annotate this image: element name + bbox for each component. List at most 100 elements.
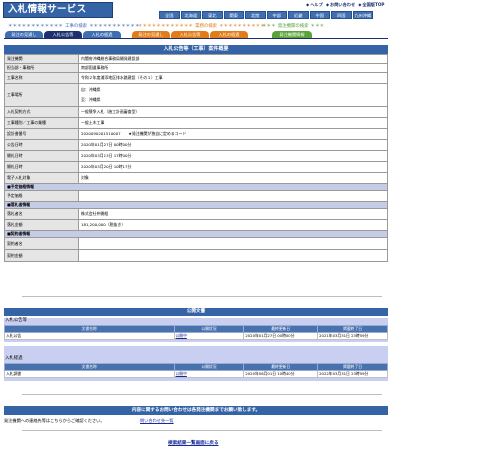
row-value: 一般競争入札（施工計画審査型） bbox=[78, 106, 388, 118]
construction-outlook-tab[interactable]: 発注の見通し bbox=[5, 31, 43, 38]
national-top-link[interactable]: 全国版TOP bbox=[358, 1, 384, 8]
table-row: 入札契約方式 一般競争入札（施工計画審査型） bbox=[4, 106, 388, 118]
table-row: 入札公告 公開中 2020年01月27日 00時00分 2021年03月31日 … bbox=[4, 332, 388, 340]
row-value: 南部国道事務所 bbox=[78, 63, 388, 73]
business-notice-tab[interactable]: 入札公告等 bbox=[171, 31, 209, 38]
table-row: 公告日時 2020年01月27日 00時00分 bbox=[4, 139, 388, 151]
back-to-results-link[interactable]: 検索結果一覧画面に戻る bbox=[168, 440, 219, 446]
row-value: 令和２年度浦添地区排水路建設（その１）工事 bbox=[78, 72, 388, 84]
divider bbox=[22, 296, 382, 297]
region-tab[interactable]: 全国 bbox=[159, 11, 180, 19]
table-row: 契約金額 bbox=[4, 249, 388, 262]
row-value: 2020年03月13日 17時00分 bbox=[78, 150, 388, 162]
agency-search-label: ＊＊＊ 発注機関の検索 ＊＊＊ bbox=[262, 24, 325, 29]
agency-info-tab[interactable]: 発注機関情報 bbox=[272, 31, 312, 38]
row-label: 入札契約方式 bbox=[4, 106, 79, 118]
divider bbox=[22, 394, 382, 395]
construction-search-label: ＊＊＊＊＊＊＊＊＊＊＊＊ 工事の検索 ＊＊＊＊＊＊＊＊＊＊＊ bbox=[8, 24, 140, 29]
notice-docs-table: 文書名称 公開状況 最終更新日 掲載終了日 入札公告 公開中 2020年01月2… bbox=[4, 325, 388, 340]
progress-section-label: 入札経過 bbox=[5, 356, 23, 361]
table-row: 落札金額 181,200,000（税抜き） bbox=[4, 219, 388, 231]
contact-label: 発注機関への連絡先等はこちらからご確認ください。 bbox=[4, 418, 105, 423]
row-label: 発注機関 bbox=[4, 54, 79, 64]
row-value: 自：沖縄県 至：沖縄県 bbox=[78, 83, 388, 107]
table-row: 落札者名 株式会社仲開組 bbox=[4, 208, 388, 220]
table-row: 工事名称 令和２年度浦添地区排水路建設（その１）工事 bbox=[4, 72, 388, 84]
docs-title: 公開文書 bbox=[4, 308, 388, 316]
section-header: ■予定価格情報 bbox=[4, 183, 388, 191]
notice-section-label: 入札公告等 bbox=[5, 318, 27, 323]
row-value bbox=[78, 190, 388, 202]
contact-link[interactable]: お問い合わせ bbox=[326, 1, 355, 8]
business-progress-tab[interactable]: 入札の経過 bbox=[210, 31, 248, 38]
row-label: 落札者名 bbox=[4, 208, 79, 220]
region-tab[interactable]: 中国 bbox=[309, 11, 330, 19]
project-summary: 入札公告等（工事）案件概要 発注機関 内閣府沖縄総合事務局開発建設部 担当部・事務… bbox=[4, 45, 388, 262]
row-label: 予定価格 bbox=[4, 190, 79, 202]
table-row: 設計書番号 2020090201510007 ★発注機関が独自に定めるコード bbox=[4, 128, 388, 140]
row-label: 契約者名 bbox=[4, 237, 79, 250]
table-row: 契約者名 bbox=[4, 237, 388, 250]
table-row: 工事種別／工事の業種 一般土木工事 bbox=[4, 117, 388, 129]
table-row: 入札調書 公開中 2020年06月01日 10時40分 2022年03月31日 … bbox=[4, 370, 388, 378]
row-label: 工事場所 bbox=[4, 83, 79, 107]
table-row: 電子入札対象 対象 bbox=[4, 172, 388, 184]
row-value bbox=[78, 237, 388, 250]
construction-progress-tab[interactable]: 入札の経過 bbox=[83, 31, 121, 38]
section-header: ■落札者情報 bbox=[4, 201, 388, 209]
table-row: 予定価格 bbox=[4, 190, 388, 202]
site-logo[interactable]: 入札情報サービス bbox=[3, 2, 113, 18]
top-links: ヘルプ お問い合わせ 全国版TOP bbox=[306, 1, 384, 8]
construction-notice-tab[interactable]: 入札公告等 bbox=[44, 31, 82, 38]
region-tab[interactable]: 九州沖縄 bbox=[352, 11, 373, 19]
table-row: 工事場所 自：沖縄県 至：沖縄県 bbox=[4, 83, 388, 107]
row-value: 内閣府沖縄総合事務局開発建設部 bbox=[78, 54, 388, 64]
contact-bar: 内容に関するお問い合わせは各発注機関までお願い致します。 bbox=[4, 406, 388, 415]
doc-status-link[interactable]: 公開中 bbox=[173, 370, 245, 378]
row-label: 電子入札対象 bbox=[4, 172, 79, 184]
summary-table: 発注機関 内閣府沖縄総合事務局開発建設部 担当部・事務所 南部国道事務所 工事名称令… bbox=[4, 54, 388, 262]
divider bbox=[22, 430, 382, 431]
region-tab[interactable]: 中部 bbox=[266, 11, 287, 19]
row-value: 2020年03月20日 10時17分 bbox=[78, 161, 388, 173]
row-value: 2020090201510007 ★発注機関が独自に定めるコード bbox=[78, 128, 388, 140]
table-header: 文書名称 公開状況 最終更新日 掲載終了日 bbox=[4, 363, 388, 371]
table-row: 担当部・事務所 南部国道事務所 bbox=[4, 63, 388, 73]
row-value: 一般土木工事 bbox=[78, 117, 388, 129]
row-value: 181,200,000（税抜き） bbox=[78, 219, 388, 231]
region-tab[interactable]: 北海道 bbox=[180, 11, 201, 19]
region-tab[interactable]: 東北 bbox=[202, 11, 223, 19]
table-row: 発注機関 内閣府沖縄総合事務局開発建設部 bbox=[4, 54, 388, 64]
row-label: 落札金額 bbox=[4, 219, 79, 231]
row-label: 公告日時 bbox=[4, 139, 79, 151]
doc-status-link[interactable]: 公開中 bbox=[173, 332, 245, 340]
search-nav: ＊＊＊＊＊＊＊＊＊＊＊＊ 工事の検索 ＊＊＊＊＊＊＊＊＊＊＊ ＊＊＊＊＊＊＊＊＊＊＊… bbox=[0, 24, 500, 38]
row-value: 対象 bbox=[78, 172, 388, 184]
row-label: 工事種別／工事の業種 bbox=[4, 117, 79, 129]
table-header: 文書名称 公開状況 最終更新日 掲載終了日 bbox=[4, 325, 388, 333]
row-label: 工事名称 bbox=[4, 72, 79, 84]
business-search-label: ＊＊＊＊＊＊＊＊＊＊＊＊ 業務の検索 ＊＊＊＊＊＊＊＊＊＊ bbox=[138, 24, 265, 29]
progress-docs-table: 文書名称 公開状況 最終更新日 掲載終了日 入札調書 公開中 2020年06月0… bbox=[4, 363, 388, 378]
header: 入札情報サービス ヘルプ お問い合わせ 全国版TOP 全国 北海道 東北 関東 … bbox=[0, 0, 500, 23]
row-value bbox=[78, 249, 388, 262]
nav-divider bbox=[4, 38, 388, 39]
table-row: 開札日時 2020年03月20日 10時17分 bbox=[4, 161, 388, 173]
row-label: 設計書番号 bbox=[4, 128, 79, 140]
table-row: 開札日時 2020年03月13日 17時00分 bbox=[4, 150, 388, 162]
row-label: 担当部・事務所 bbox=[4, 63, 79, 73]
page-title: 入札公告等（工事）案件概要 bbox=[4, 45, 388, 54]
row-label: 開札日時 bbox=[4, 161, 79, 173]
row-label: 開札日時 bbox=[4, 150, 79, 162]
region-tab[interactable]: 関東 bbox=[223, 11, 244, 19]
row-value: 株式会社仲開組 bbox=[78, 208, 388, 220]
business-outlook-tab[interactable]: 発注の見通し bbox=[132, 31, 170, 38]
region-tab[interactable]: 四国 bbox=[331, 11, 352, 19]
region-tab[interactable]: 北陸 bbox=[245, 11, 266, 19]
region-tab[interactable]: 近畿 bbox=[288, 11, 309, 19]
help-link[interactable]: ヘルプ bbox=[306, 1, 323, 8]
contact-list-link[interactable]: 問い合わせ先一覧 bbox=[140, 418, 174, 424]
row-value: 2020年01月27日 00時00分 bbox=[78, 139, 388, 151]
region-nav: 全国 北海道 東北 関東 北陸 中部 近畿 中国 四国 九州沖縄 bbox=[159, 11, 373, 19]
row-label: 契約金額 bbox=[4, 249, 79, 262]
